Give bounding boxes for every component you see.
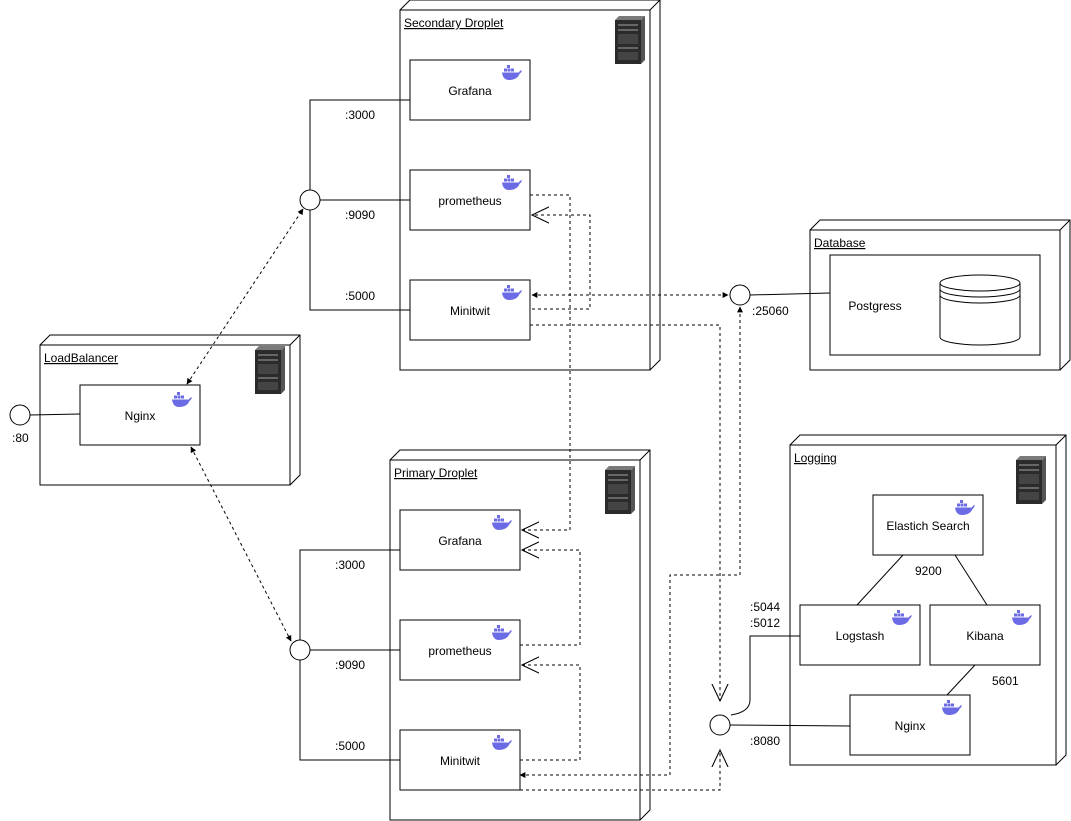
component-label: prometheus	[438, 194, 501, 208]
lb-interface-circle	[9, 404, 31, 426]
loadbalancer-title: LoadBalancer	[44, 351, 118, 365]
component-label: Minitwit	[450, 304, 491, 318]
component-lb-nginx: Nginx	[79, 384, 201, 446]
primary-droplet-title: Primary Droplet	[394, 466, 478, 480]
component-sec-grafana: Grafana	[409, 59, 531, 121]
port-label: :9090	[345, 208, 375, 222]
port-label: :5000	[335, 739, 365, 753]
port-label: :5012	[750, 616, 780, 630]
component-log-elastic: Elastich Search	[872, 494, 984, 556]
component-sec-minitwit: Minitwit	[409, 279, 531, 341]
port-label: :8080	[750, 734, 780, 748]
component-label: prometheus	[428, 644, 491, 658]
port-label: 5601	[992, 674, 1019, 688]
component-log-kibana: Kibana	[929, 604, 1041, 666]
component-label: Elastich Search	[886, 519, 969, 533]
db-interface-circle	[729, 284, 751, 306]
secondary-port-bus	[309, 99, 410, 311]
port-label: :5044	[750, 600, 780, 614]
component-pri-grafana: Grafana	[399, 509, 521, 571]
port-label: :9090	[335, 658, 365, 672]
port-label: :3000	[335, 558, 365, 572]
logging-interface-circle	[709, 714, 731, 736]
secondary-interface-circle	[299, 189, 321, 211]
logging-title: Logging	[794, 451, 837, 465]
server-rack-icon	[615, 16, 645, 64]
component-label: Logstash	[836, 629, 885, 643]
primary-interface-circle	[289, 639, 311, 661]
deployment-diagram: Secondary Droplet Primary Droplet LoadBa…	[9, 0, 1071, 821]
server-rack-icon	[605, 466, 635, 514]
component-log-logstash: Logstash	[799, 604, 921, 666]
component-label: Grafana	[438, 534, 482, 548]
component-label: Postgress	[848, 299, 901, 313]
component-label: Minitwit	[440, 754, 481, 768]
component-label: Kibana	[966, 629, 1004, 643]
component-label: Nginx	[895, 719, 926, 733]
component-pri-prometheus: prometheus	[399, 619, 521, 681]
component-sec-prometheus: prometheus	[409, 169, 531, 231]
port-label: :3000	[345, 108, 375, 122]
database-title: Database	[814, 236, 866, 250]
server-rack-icon	[1016, 456, 1046, 504]
port-label: :25060	[752, 304, 789, 318]
primary-port-bus	[299, 549, 400, 761]
database-cylinder-icon	[939, 274, 1021, 346]
component-db-postgress: Postgress	[829, 254, 1041, 356]
component-label: Nginx	[125, 409, 156, 423]
component-label: Grafana	[448, 84, 492, 98]
component-log-nginx: Nginx	[849, 694, 971, 756]
secondary-droplet-title: Secondary Droplet	[404, 16, 504, 30]
server-rack-icon	[255, 346, 285, 394]
port-label: 9200	[915, 564, 942, 578]
component-pri-minitwit: Minitwit	[399, 729, 521, 791]
port-label: :80	[12, 431, 29, 445]
port-label: :5000	[345, 289, 375, 303]
